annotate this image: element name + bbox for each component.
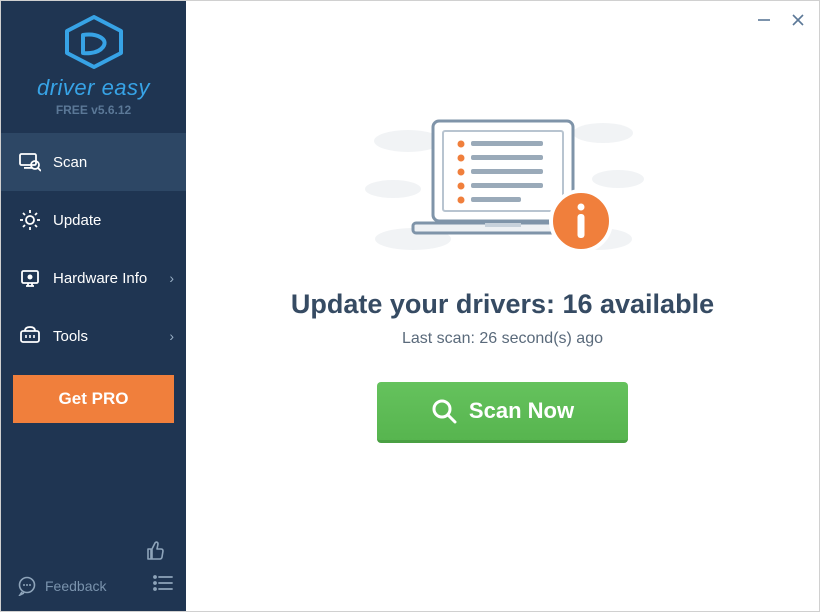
get-pro-button[interactable]: Get PRO bbox=[13, 375, 174, 423]
chevron-right-icon: › bbox=[169, 328, 174, 344]
chevron-right-icon: › bbox=[169, 270, 174, 286]
feedback-label: Feedback bbox=[45, 578, 106, 594]
hardware-icon bbox=[19, 267, 41, 289]
nav-item-update[interactable]: Update bbox=[1, 191, 186, 249]
nav: Scan Update Hardware Info › Tools bbox=[1, 133, 186, 365]
app-logo-icon bbox=[63, 15, 125, 69]
nav-item-hardware[interactable]: Hardware Info › bbox=[1, 249, 186, 307]
version-label: FREE v5.6.12 bbox=[1, 103, 186, 117]
nav-item-scan[interactable]: Scan bbox=[1, 133, 186, 191]
last-scan-text: Last scan: 26 second(s) ago bbox=[186, 330, 819, 348]
magnifier-icon bbox=[431, 398, 457, 424]
logo-block: driver easy FREE v5.6.12 bbox=[1, 1, 186, 127]
thumbs-up-icon[interactable] bbox=[144, 539, 166, 566]
minimize-button[interactable] bbox=[755, 11, 773, 29]
close-button[interactable] bbox=[789, 11, 807, 29]
scan-now-button[interactable]: Scan Now bbox=[377, 382, 628, 443]
nav-item-tools[interactable]: Tools › bbox=[1, 307, 186, 365]
nav-label-tools: Tools bbox=[53, 328, 88, 345]
scan-screen-icon bbox=[19, 151, 41, 173]
chat-icon bbox=[17, 576, 37, 596]
scan-button-label: Scan Now bbox=[469, 398, 574, 424]
tools-icon bbox=[19, 325, 41, 347]
nav-label-update: Update bbox=[53, 212, 101, 229]
gear-icon bbox=[19, 209, 41, 231]
laptop-illustration bbox=[353, 111, 653, 271]
menu-list-icon[interactable] bbox=[152, 574, 174, 597]
feedback-button[interactable]: Feedback bbox=[17, 576, 106, 596]
nav-label-hardware: Hardware Info bbox=[53, 270, 147, 287]
headline: Update your drivers: 16 available bbox=[186, 289, 819, 320]
sidebar-bottom: Feedback bbox=[1, 529, 186, 611]
nav-label-scan: Scan bbox=[53, 154, 87, 171]
brand-name: driver easy bbox=[1, 75, 186, 101]
main-panel: Update your drivers: 16 available Last s… bbox=[186, 1, 819, 611]
sidebar: driver easy FREE v5.6.12 Scan Update bbox=[1, 1, 186, 611]
